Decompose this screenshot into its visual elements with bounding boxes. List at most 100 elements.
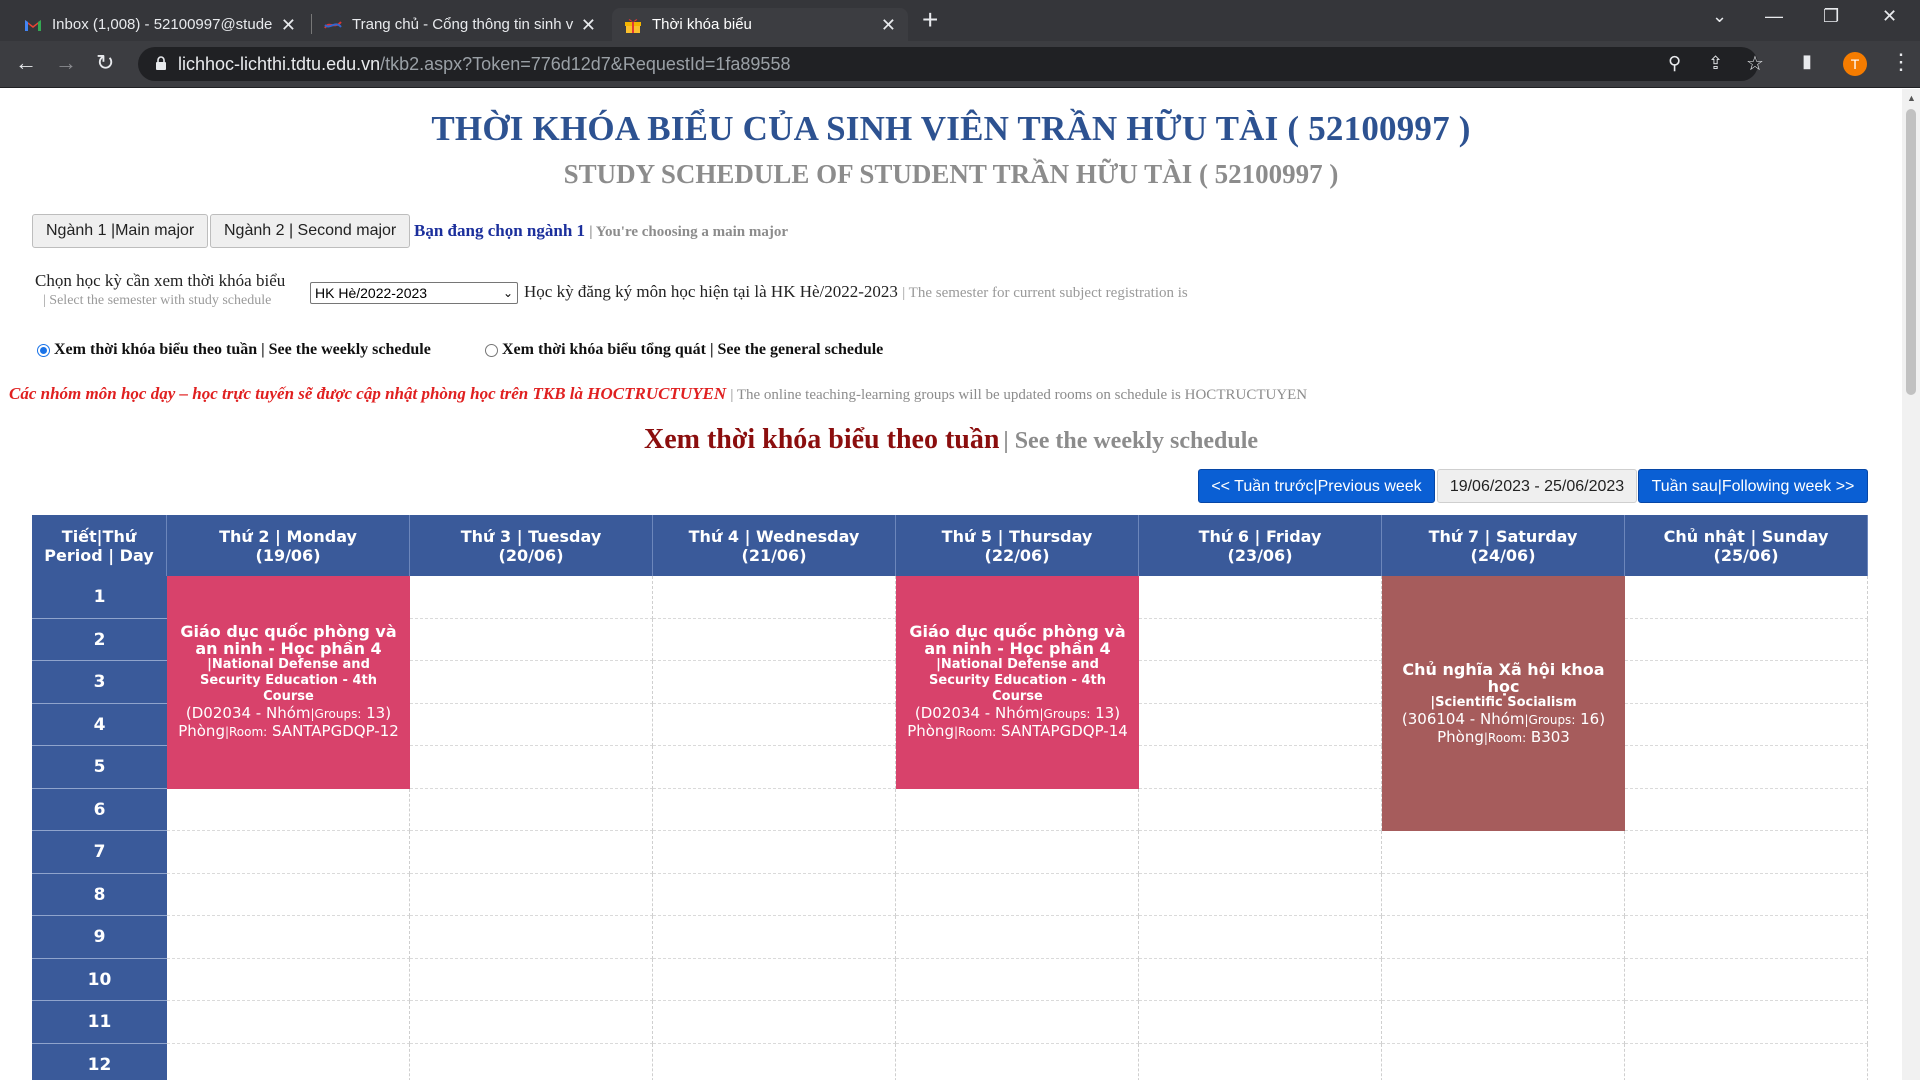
timetable-cell[interactable] [653,1001,896,1044]
timetable-cell[interactable] [653,1043,896,1080]
timetable-cell[interactable] [653,618,896,661]
second-major-button[interactable]: Ngành 2 | Second major [210,214,411,248]
timetable-cell[interactable] [410,916,653,959]
main-major-button[interactable]: Ngành 1 |Main major [32,214,209,248]
bookmark-star-icon[interactable]: ☆ [1746,51,1764,76]
course-block[interactable]: Giáo dục quốc phòng và an ninh - Học phầ… [167,576,410,789]
timetable-cell[interactable] [1382,1001,1625,1044]
scroll-up-arrow-icon[interactable]: ▲ [1907,93,1916,103]
address-bar[interactable]: lichhoc-lichthi.tdtu.edu.vn/tkb2.aspx?To… [138,47,1764,81]
timetable-cell[interactable] [653,788,896,831]
timetable-cell[interactable] [896,1001,1139,1044]
timetable-cell[interactable] [410,618,653,661]
timetable-cell[interactable] [410,831,653,874]
page-scrollbar[interactable]: ▲ [1902,89,1920,1080]
close-window-icon[interactable]: ✕ [1882,6,1897,27]
timetable-cell[interactable] [410,958,653,1001]
timetable-cell[interactable] [1625,958,1868,1001]
timetable-cell[interactable] [1139,576,1382,619]
scrollbar-thumb[interactable] [1906,109,1916,395]
timetable-cell[interactable] [1625,873,1868,916]
timetable-cell[interactable] [653,831,896,874]
timetable-cell[interactable] [1139,618,1382,661]
profile-avatar[interactable]: T [1843,52,1867,76]
back-arrow-icon[interactable]: ← [15,51,37,75]
timetable-cell[interactable] [1382,1043,1625,1080]
tab-tdtu-portal[interactable]: Trang chủ - Cổng thông tin sinh v ✕ [312,8,608,41]
timetable-cell[interactable] [1139,703,1382,746]
close-tab-icon[interactable]: ✕ [581,15,596,36]
timetable-cell[interactable] [653,873,896,916]
timetable-cell[interactable] [896,831,1139,874]
timetable-cell[interactable] [1139,958,1382,1001]
timetable-cell[interactable] [1382,873,1625,916]
timetable-cell[interactable] [653,576,896,619]
timetable-cell[interactable] [1625,618,1868,661]
weekly-schedule-radio[interactable]: Xem thời khóa biểu theo tuần | See the w… [37,341,431,359]
timetable-cell[interactable] [167,958,410,1001]
timetable-cell[interactable] [1382,831,1625,874]
close-tab-icon[interactable]: ✕ [881,15,896,36]
zoom-search-icon[interactable]: ⚲ [1668,53,1681,74]
course-block[interactable]: Chủ nghĩa Xã hội khoa học |Scientific Soc… [1382,576,1625,831]
side-panel-icon[interactable]: ▮ [1802,51,1812,72]
timetable-cell[interactable] [410,576,653,619]
semester-select[interactable]: HK Hè/2022-2023 ⌄ [310,282,518,304]
radio-unchecked-icon[interactable] [485,343,498,357]
timetable-cell[interactable] [1625,916,1868,959]
timetable-cell[interactable] [1382,916,1625,959]
new-tab-button[interactable]: + [922,6,938,34]
timetable-cell[interactable] [896,873,1139,916]
tab-timetable[interactable]: Thời khóa biểu ✕ [612,8,908,41]
timetable-cell[interactable] [1625,576,1868,619]
timetable-cell[interactable] [167,1043,410,1080]
close-tab-icon[interactable]: ✕ [281,15,296,36]
timetable-cell[interactable] [1625,661,1868,704]
timetable-cell[interactable] [653,958,896,1001]
timetable-cell[interactable] [167,788,410,831]
timetable-cell[interactable] [1139,873,1382,916]
lock-icon[interactable] [155,56,167,70]
menu-kebab-icon[interactable]: ⋮ [1890,49,1912,75]
share-icon[interactable]: ⇪ [1708,53,1723,74]
forward-arrow-icon[interactable]: → [55,51,77,75]
timetable-cell[interactable] [653,703,896,746]
timetable-cell[interactable] [1625,1001,1868,1044]
radio-checked-icon[interactable] [37,343,50,357]
previous-week-button[interactable]: << Tuần trước|Previous week [1198,469,1435,503]
timetable-cell[interactable] [167,831,410,874]
timetable-cell[interactable] [653,746,896,789]
timetable-cell[interactable] [896,788,1139,831]
timetable-cell[interactable] [653,661,896,704]
timetable-cell[interactable] [1139,916,1382,959]
reload-icon[interactable]: ↻ [96,51,114,75]
timetable-cell[interactable] [1625,831,1868,874]
timetable-cell[interactable] [1382,958,1625,1001]
timetable-cell[interactable] [410,661,653,704]
timetable-cell[interactable] [410,703,653,746]
timetable-cell[interactable] [410,788,653,831]
timetable-cell[interactable] [1625,746,1868,789]
tab-gmail[interactable]: Inbox (1,008) - 52100997@stude ✕ [12,8,308,41]
restore-icon[interactable]: ❐ [1823,6,1839,27]
timetable-cell[interactable] [1139,831,1382,874]
timetable-cell[interactable] [167,873,410,916]
timetable-cell[interactable] [1139,661,1382,704]
timetable-cell[interactable] [1625,703,1868,746]
timetable-cell[interactable] [1139,1043,1382,1080]
timetable-cell[interactable] [1625,1043,1868,1080]
general-schedule-radio[interactable]: Xem thời khóa biểu tổng quát | See the g… [485,341,883,359]
url-text[interactable]: lichhoc-lichthi.tdtu.edu.vn/tkb2.aspx?To… [178,54,790,75]
timetable-cell[interactable] [167,1001,410,1044]
timetable-cell[interactable] [896,916,1139,959]
timetable-cell[interactable] [410,746,653,789]
timetable-cell[interactable] [410,1043,653,1080]
timetable-cell[interactable] [653,916,896,959]
timetable-cell[interactable] [1625,788,1868,831]
timetable-cell[interactable] [410,1001,653,1044]
timetable-cell[interactable] [410,873,653,916]
timetable-cell[interactable] [1139,788,1382,831]
timetable-cell[interactable] [896,958,1139,1001]
tab-search-chevron-icon[interactable]: ⌄ [1712,6,1727,27]
timetable-cell[interactable] [1139,1001,1382,1044]
